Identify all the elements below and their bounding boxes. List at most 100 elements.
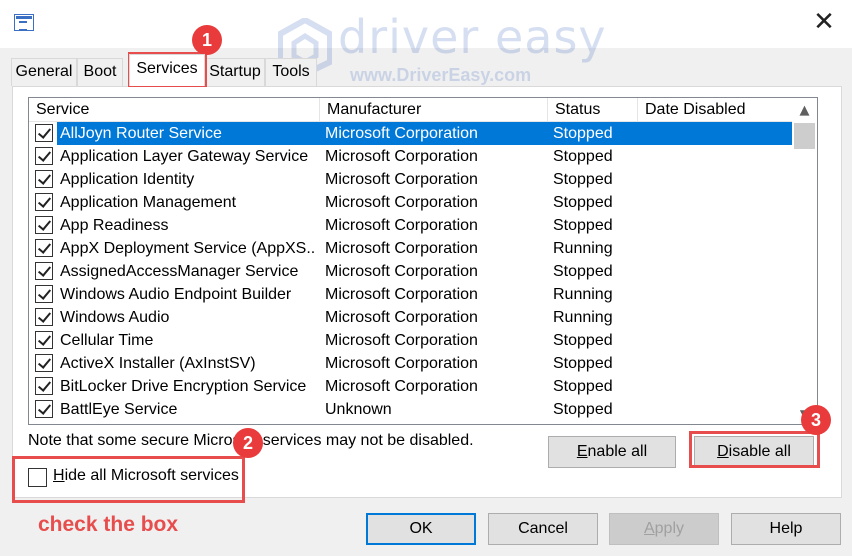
table-row[interactable]: AppX Deployment Service (AppXS... Microso… — [29, 237, 793, 260]
service-checkbox[interactable] — [35, 285, 53, 303]
service-manufacturer: Microsoft Corporation — [325, 332, 478, 349]
hide-accel: H — [53, 467, 65, 484]
service-status: Stopped — [553, 194, 613, 211]
service-name: AppX Deployment Service (AppXS... — [60, 240, 316, 257]
hide-label-rest: ide all Microsoft services — [64, 467, 239, 484]
apply-label: pply — [654, 520, 685, 537]
service-name: AssignedAccessManager Service — [60, 263, 299, 280]
service-checkbox[interactable] — [35, 193, 53, 211]
service-checkbox[interactable] — [35, 124, 53, 142]
service-checkbox[interactable] — [35, 331, 53, 349]
enable-all-label: nable all — [587, 443, 648, 460]
table-row[interactable]: App Readiness Microsoft Corporation Stoppe… — [29, 214, 793, 237]
instruction-text: check the box — [38, 513, 179, 536]
service-status: Stopped — [553, 401, 613, 418]
chevron-up-icon[interactable]: ▲ — [792, 98, 817, 122]
service-manufacturer: Unknown — [325, 401, 392, 418]
disable-all-button[interactable]: Disable all — [694, 436, 814, 468]
help-button[interactable]: Help — [731, 513, 841, 545]
table-row[interactable]: AssignedAccessManager Service Microsoft C… — [29, 260, 793, 283]
service-manufacturer: Microsoft Corporation — [325, 263, 478, 280]
service-checkbox[interactable] — [35, 170, 53, 188]
service-checkbox[interactable] — [35, 400, 53, 418]
disable-all-label: isable all — [728, 443, 791, 460]
service-manufacturer: Microsoft Corporation — [325, 286, 478, 303]
service-status: Stopped — [553, 217, 613, 234]
column-header-manufacturer[interactable]: Manufacturer — [320, 98, 548, 122]
title-bar: ✕ — [0, 0, 852, 48]
service-manufacturer: Microsoft Corporation — [325, 378, 478, 395]
table-row[interactable]: Application Identity Microsoft Corporatio… — [29, 168, 793, 191]
table-row[interactable]: Cellular Time Microsoft Corporation Stoppe… — [29, 329, 793, 352]
service-manufacturer: Microsoft Corporation — [325, 217, 478, 234]
ok-button[interactable]: OK — [366, 513, 476, 545]
service-status: Stopped — [553, 355, 613, 372]
service-manufacturer: Microsoft Corporation — [325, 171, 478, 188]
watermark-url: www.DriverEasy.com — [350, 65, 532, 85]
table-row[interactable]: AllJoyn Router Service Microsoft Corporat… — [29, 122, 793, 145]
service-manufacturer: Microsoft Corporation — [325, 148, 478, 165]
service-name: Application Layer Gateway Service — [60, 148, 309, 165]
table-row[interactable]: Application Management Microsoft Corporat… — [29, 191, 793, 214]
tab-boot[interactable]: Boot — [77, 58, 123, 86]
service-name: ActiveX Installer (AxInstSV) — [60, 355, 256, 372]
service-manufacturer: Microsoft Corporation — [325, 309, 478, 326]
service-name: Windows Audio Endpoint Builder — [60, 286, 292, 303]
hide-microsoft-services-checkbox[interactable] — [28, 468, 47, 487]
service-name: App Readiness — [60, 217, 169, 234]
tab-services[interactable]: Services — [129, 54, 205, 86]
service-status: Running — [553, 309, 613, 326]
service-checkbox[interactable] — [35, 377, 53, 395]
service-manufacturer: Microsoft Corporation — [325, 240, 478, 257]
disable-all-accel: D — [717, 443, 729, 460]
service-name: Cellular Time — [60, 332, 154, 349]
enable-all-accel: E — [576, 443, 588, 460]
tab-startup[interactable]: Startup — [205, 58, 265, 86]
service-status: Stopped — [553, 125, 613, 142]
service-name: Windows Audio — [60, 309, 170, 326]
list-header: Service Manufacturer Status Date Disable… — [29, 98, 793, 122]
list-rows: AllJoyn Router Service Microsoft Corporat… — [29, 122, 793, 421]
service-checkbox[interactable] — [35, 147, 53, 165]
apply-accel: A — [643, 520, 655, 537]
column-header-status[interactable]: Status — [548, 98, 638, 122]
step-badge-2: 2 — [233, 428, 263, 458]
tab-general[interactable]: General — [11, 58, 77, 86]
table-row[interactable]: Windows Audio Endpoint Builder Microsoft … — [29, 283, 793, 306]
service-status: Stopped — [553, 171, 613, 188]
vertical-scrollbar[interactable]: ▲ ▼ — [792, 98, 817, 424]
column-header-service[interactable]: Service — [29, 98, 320, 122]
service-name: Application Management — [60, 194, 237, 211]
table-row[interactable]: Windows Audio Microsoft Corporation Runnin… — [29, 306, 793, 329]
table-row[interactable]: Application Layer Gateway Service Microso… — [29, 145, 793, 168]
service-manufacturer: Microsoft Corporation — [325, 355, 478, 372]
services-list[interactable]: Service Manufacturer Status Date Disable… — [28, 97, 818, 425]
service-checkbox[interactable] — [35, 216, 53, 234]
msconfig-icon — [14, 14, 34, 31]
cancel-button[interactable]: Cancel — [488, 513, 598, 545]
service-name: BitLocker Drive Encryption Service — [60, 378, 307, 395]
service-name: Application Identity — [60, 171, 195, 188]
service-checkbox[interactable] — [35, 262, 53, 280]
service-checkbox[interactable] — [35, 354, 53, 372]
table-row[interactable]: ActiveX Installer (AxInstSV) Microsoft Co… — [29, 352, 793, 375]
service-status: Stopped — [553, 148, 613, 165]
service-status: Running — [553, 240, 613, 257]
service-checkbox[interactable] — [35, 308, 53, 326]
step-badge-3: 3 — [801, 405, 831, 435]
enable-all-button[interactable]: Enable all — [548, 436, 676, 468]
hide-microsoft-services-label[interactable]: Hide all Microsoft services — [53, 467, 239, 485]
column-header-date-disabled[interactable]: Date Disabled — [638, 98, 793, 122]
table-row[interactable]: BitLocker Drive Encryption Service Micros… — [29, 375, 793, 398]
service-status: Stopped — [553, 378, 613, 395]
table-row[interactable]: BattlEye Service Unknown Stopped — [29, 398, 793, 421]
scrollbar-thumb[interactable] — [794, 123, 815, 149]
tab-tools[interactable]: Tools — [265, 58, 317, 86]
service-name: AllJoyn Router Service — [60, 125, 222, 142]
service-status: Stopped — [553, 263, 613, 280]
service-checkbox[interactable] — [35, 239, 53, 257]
service-status: Stopped — [553, 332, 613, 349]
service-manufacturer: Microsoft Corporation — [325, 125, 478, 142]
close-button[interactable]: ✕ — [796, 0, 852, 44]
apply-button[interactable]: Apply — [609, 513, 719, 545]
